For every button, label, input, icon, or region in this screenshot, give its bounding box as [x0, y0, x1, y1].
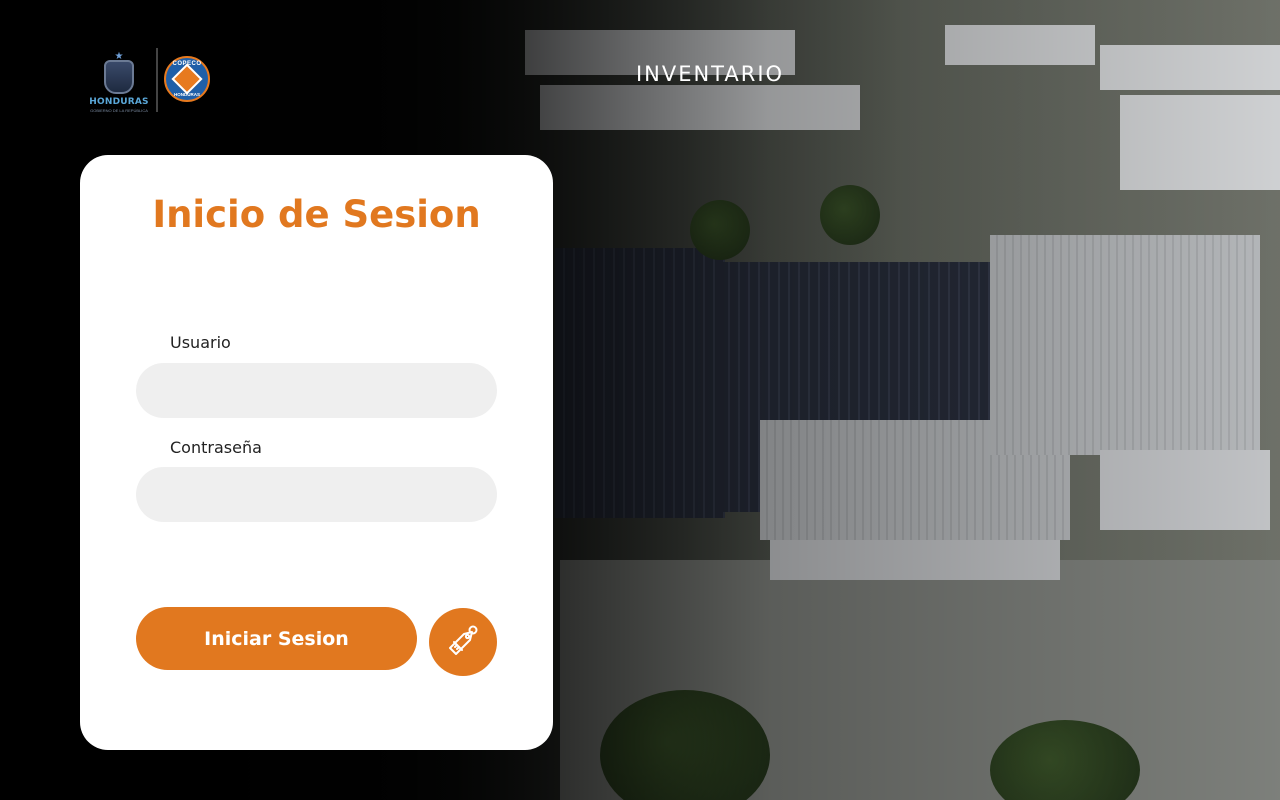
- login-button[interactable]: Iniciar Sesion: [136, 607, 417, 670]
- username-label: Usuario: [170, 333, 231, 352]
- honduras-logo-text: HONDURAS: [89, 97, 149, 107]
- honduras-logo-subtext: GOBIERNO DE LA REPÚBLICA: [90, 108, 148, 113]
- login-title: Inicio de Sesion: [152, 193, 481, 236]
- login-card: Inicio de Sesion Usuario Contraseña Inic…: [80, 155, 553, 750]
- honduras-government-logo: ★ HONDURAS GOBIERNO DE LA REPÚBLICA: [88, 51, 150, 114]
- coat-of-arms-icon: [104, 60, 134, 94]
- password-input[interactable]: [136, 467, 497, 522]
- copeco-diamond-icon: [171, 63, 203, 95]
- username-input[interactable]: [136, 363, 497, 418]
- password-label: Contraseña: [170, 438, 262, 457]
- star-icon: ★: [114, 51, 124, 62]
- copeco-logo: COPECO HONDURAS: [164, 56, 210, 102]
- key-button[interactable]: [429, 608, 497, 676]
- key-tag-icon: [442, 620, 484, 665]
- header-logos: ★ HONDURAS GOBIERNO DE LA REPÚBLICA COPE…: [88, 48, 218, 114]
- logo-divider: [156, 48, 158, 112]
- app-title: INVENTARIO: [635, 62, 785, 86]
- copeco-logo-subtext: HONDURAS: [173, 92, 200, 97]
